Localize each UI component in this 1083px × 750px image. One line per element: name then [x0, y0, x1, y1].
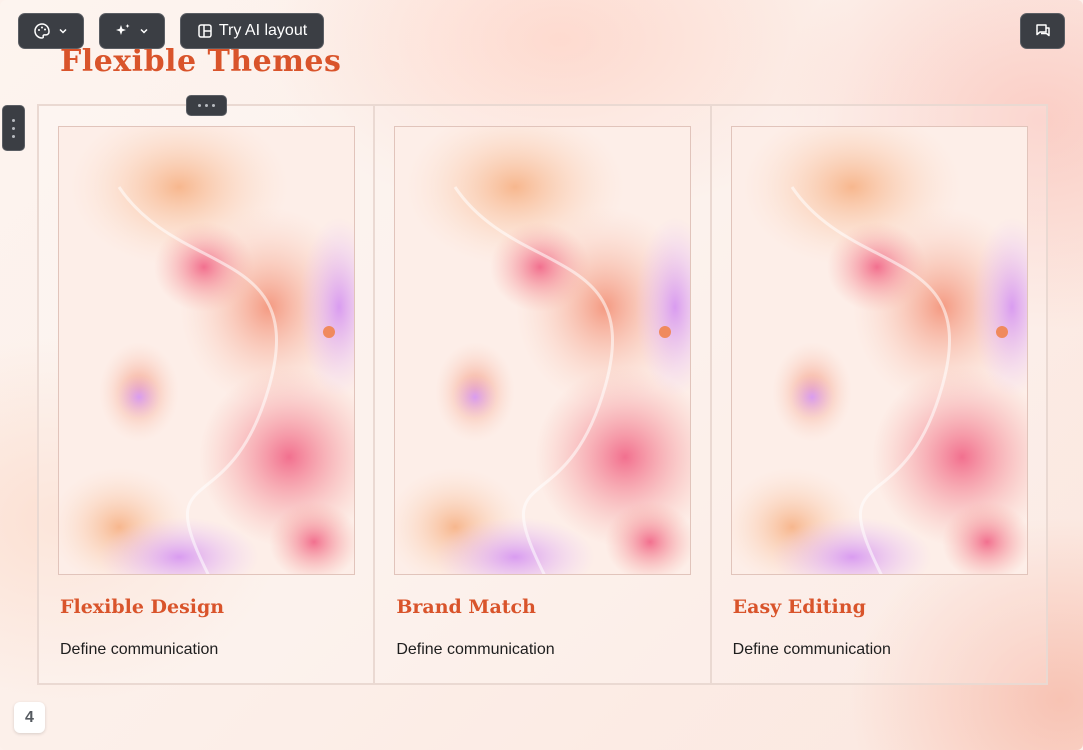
card-brand-match[interactable]: Brand Match Define communication — [375, 106, 712, 683]
comment-icon — [1034, 22, 1052, 40]
card-flexible-design[interactable]: Flexible Design Define communication — [39, 106, 376, 683]
card-description[interactable]: Define communication — [733, 641, 891, 659]
comments-button[interactable] — [1020, 13, 1065, 49]
dot — [12, 118, 15, 122]
dot — [12, 126, 15, 130]
chevron-down-icon — [138, 25, 150, 37]
card-image[interactable] — [394, 126, 692, 575]
dot — [212, 104, 215, 107]
block-drag-handle-vertical[interactable] — [2, 105, 25, 151]
palette-icon — [33, 22, 51, 40]
page-number-badge[interactable]: 4 — [14, 702, 45, 733]
theme-dropdown-button[interactable] — [18, 13, 84, 49]
card-grid[interactable]: Flexible Design Define communication Bra… — [37, 104, 1048, 685]
dot — [205, 104, 208, 107]
card-easy-editing[interactable]: Easy Editing Define communication — [711, 106, 1046, 683]
sparkle-icon — [114, 22, 132, 40]
chevron-down-icon — [57, 25, 69, 37]
block-drag-handle-horizontal[interactable] — [186, 95, 227, 116]
slide-canvas: Flexible Themes Flexible Design Define c… — [0, 0, 1083, 750]
card-title[interactable]: Brand Match — [396, 596, 536, 618]
card-description[interactable]: Define communication — [60, 641, 218, 659]
card-image[interactable] — [58, 126, 355, 575]
slide-title[interactable]: Flexible Themes — [60, 44, 341, 79]
layout-icon — [197, 23, 213, 39]
card-description[interactable]: Define communication — [396, 641, 554, 659]
try-ai-layout-button[interactable]: Try AI layout — [180, 13, 324, 49]
try-ai-layout-label: Try AI layout — [218, 22, 308, 39]
card-title[interactable]: Easy Editing — [733, 596, 866, 618]
ai-dropdown-button[interactable] — [99, 13, 165, 49]
card-image[interactable] — [730, 126, 1028, 575]
card-title[interactable]: Flexible Design — [60, 596, 224, 618]
dot — [198, 104, 201, 107]
dot — [12, 134, 15, 138]
